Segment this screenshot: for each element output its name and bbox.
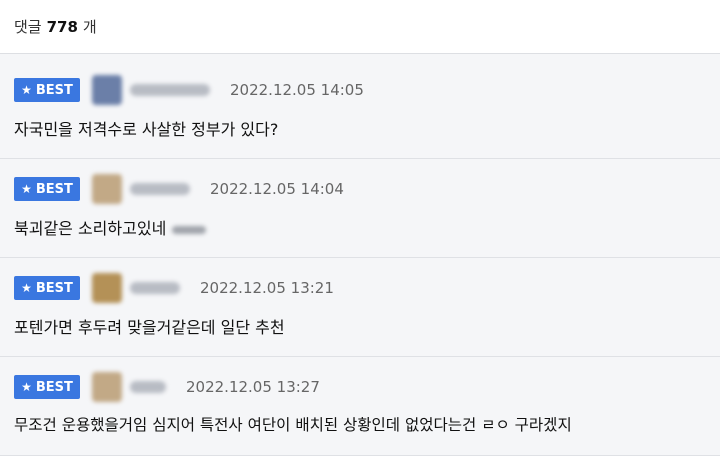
- avatar[interactable]: [92, 174, 122, 204]
- comment-count-unit: 개: [82, 18, 97, 36]
- emote-blurred: [172, 225, 207, 234]
- comment-item: ★ BEST 2022.12.05 14:05 자국민을 저격수로 사살한 정부가…: [0, 60, 720, 159]
- star-icon: ★: [21, 182, 32, 196]
- comment-item: ★ BEST 2022.12.05 13:21 포텐가면 후두려 맞을거같은데 일…: [0, 258, 720, 357]
- comment-count-header: 댓글 778 개: [0, 0, 720, 54]
- comment-text-row: 북괴같은 소리하고있네: [14, 215, 720, 239]
- star-icon: ★: [21, 281, 32, 295]
- avatar[interactable]: [92, 372, 122, 402]
- comment-item: ★ BEST 2022.12.05 14:04 북괴같은 소리하고있네: [0, 159, 720, 258]
- comment-list: ★ BEST 2022.12.05 14:05 자국민을 저격수로 사살한 정부가…: [0, 54, 720, 456]
- star-icon: ★: [21, 380, 32, 394]
- best-badge: ★ BEST: [14, 177, 80, 201]
- nickname-blurred[interactable]: [130, 381, 166, 393]
- comment-label: 댓글: [14, 18, 42, 36]
- comment-item: ★ BEST 2022.12.05 13:27 무조건 운용했을거임 심지어 특전…: [0, 357, 720, 456]
- comment-count: 778: [46, 17, 78, 36]
- comment-text: 자국민을 저격수로 사살한 정부가 있다?: [14, 120, 279, 139]
- comment-date: 2022.12.05 14:04: [210, 180, 344, 198]
- avatar[interactable]: [92, 273, 122, 303]
- best-badge: ★ BEST: [14, 375, 80, 399]
- comment-text: 무조건 운용했을거임 심지어 특전사 여단이 배치된 상황인데 없었다는건 ㄹㅇ…: [14, 416, 572, 434]
- best-badge: ★ BEST: [14, 78, 80, 102]
- best-badge: ★ BEST: [14, 276, 80, 300]
- star-icon: ★: [21, 83, 32, 97]
- comment-text: 포텐가면 후두려 맞을거같은데 일단 추천: [14, 318, 285, 337]
- nickname-blurred[interactable]: [130, 183, 190, 195]
- comment-date: 2022.12.05 13:21: [200, 279, 334, 297]
- comment-text: 북괴같은 소리하고있네: [14, 219, 167, 238]
- nickname-blurred[interactable]: [130, 84, 210, 96]
- comment-date: 2022.12.05 14:05: [230, 81, 364, 99]
- comment-date: 2022.12.05 13:27: [186, 378, 320, 396]
- nickname-blurred[interactable]: [130, 282, 180, 294]
- avatar[interactable]: [92, 75, 122, 105]
